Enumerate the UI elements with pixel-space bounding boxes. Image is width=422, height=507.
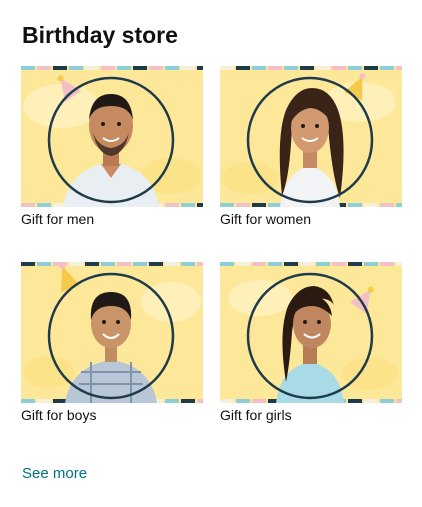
tile-image[interactable]	[220, 66, 402, 207]
tile-image[interactable]	[21, 262, 203, 403]
tile-label[interactable]: Gift for men	[21, 211, 203, 228]
girl-portrait-icon	[220, 262, 402, 403]
birthday-store-card: Birthday store Gift for men Gift for wom…	[0, 0, 422, 507]
tile-label[interactable]: Gift for boys	[21, 407, 203, 424]
card-title: Birthday store	[22, 22, 178, 48]
boy-portrait-icon	[21, 262, 203, 403]
tile-gift-for-girls[interactable]: Gift for girls	[220, 262, 402, 424]
tile-label[interactable]: Gift for girls	[220, 407, 402, 424]
man-portrait-icon	[21, 66, 203, 207]
tile-gift-for-men[interactable]: Gift for men	[21, 66, 203, 228]
woman-portrait-icon	[220, 66, 402, 207]
tile-gift-for-boys[interactable]: Gift for boys	[21, 262, 203, 424]
tile-image[interactable]	[220, 262, 402, 403]
see-more-link[interactable]: See more	[22, 465, 87, 483]
tile-label[interactable]: Gift for women	[220, 211, 402, 228]
tile-image[interactable]	[21, 66, 203, 207]
tile-gift-for-women[interactable]: Gift for women	[220, 66, 402, 228]
